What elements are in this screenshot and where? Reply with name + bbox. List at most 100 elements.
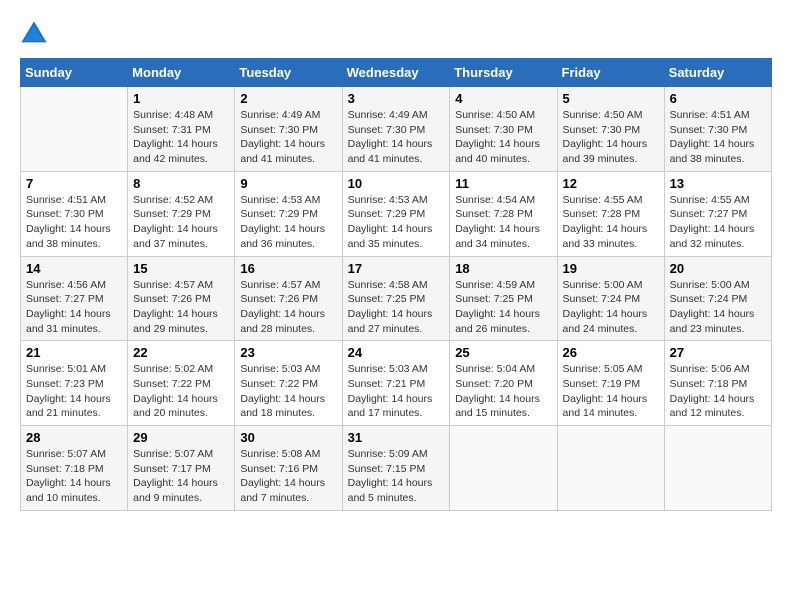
calendar-cell: 3Sunrise: 4:49 AMSunset: 7:30 PMDaylight… [342, 87, 450, 172]
day-number: 20 [670, 261, 766, 276]
day-info: Sunrise: 4:48 AMSunset: 7:31 PMDaylight:… [133, 108, 229, 167]
calendar-cell: 4 Sunrise: 4:50 AMSunset: 7:30 PMDaylight… [450, 87, 557, 172]
day-info: Sunrise: 4:57 AMSunset: 7:26 PMDaylight:… [240, 278, 336, 337]
logo-icon [20, 20, 48, 48]
calendar-cell: 13 Sunrise: 4:55 AMSunset: 7:27 PMDayligh… [664, 171, 771, 256]
day-number: 31 [348, 430, 445, 445]
day-number: 12 [563, 176, 659, 191]
day-number: 17 [348, 261, 445, 276]
calendar-cell: 22 Sunrise: 5:02 AMSunset: 7:22 PMDayligh… [128, 341, 235, 426]
calendar-cell: 6 Sunrise: 4:51 AMSunset: 7:30 PMDaylight… [664, 87, 771, 172]
day-number: 22 [133, 345, 229, 360]
day-number: 2 [240, 91, 336, 106]
day-number: 28 [26, 430, 122, 445]
day-number: 5 [563, 91, 659, 106]
calendar-cell: 9Sunrise: 4:53 AMSunset: 7:29 PMDaylight… [235, 171, 342, 256]
day-number: 19 [563, 261, 659, 276]
day-number: 3 [348, 91, 445, 106]
day-number: 27 [670, 345, 766, 360]
calendar-cell [557, 426, 664, 511]
day-info: Sunrise: 5:00 AMSunset: 7:24 PMDaylight:… [563, 278, 659, 337]
day-info: Sunrise: 5:03 AMSunset: 7:21 PMDaylight:… [348, 362, 445, 421]
day-number: 26 [563, 345, 659, 360]
header [20, 20, 772, 48]
week-row-4: 21Sunrise: 5:01 AMSunset: 7:23 PMDayligh… [21, 341, 772, 426]
calendar-cell: 17 Sunrise: 4:58 AMSunset: 7:25 PMDayligh… [342, 256, 450, 341]
day-info: Sunrise: 4:53 AMSunset: 7:29 PMDaylight:… [240, 193, 336, 252]
week-row-2: 7Sunrise: 4:51 AMSunset: 7:30 PMDaylight… [21, 171, 772, 256]
day-number: 30 [240, 430, 336, 445]
calendar-header-row: SundayMondayTuesdayWednesdayThursdayFrid… [21, 59, 772, 87]
day-info: Sunrise: 5:08 AMSunset: 7:16 PMDaylight:… [240, 447, 336, 506]
calendar-cell: 11 Sunrise: 4:54 AMSunset: 7:28 PMDayligh… [450, 171, 557, 256]
day-info: Sunrise: 5:00 AMSunset: 7:24 PMDaylight:… [670, 278, 766, 337]
day-info: Sunrise: 5:04 AMSunset: 7:20 PMDaylight:… [455, 362, 551, 421]
day-info: Sunrise: 4:59 AMSunset: 7:25 PMDaylight:… [455, 278, 551, 337]
day-info: Sunrise: 4:51 AMSunset: 7:30 PMDaylight:… [670, 108, 766, 167]
calendar-cell: 29 Sunrise: 5:07 AMSunset: 7:17 PMDayligh… [128, 426, 235, 511]
calendar-cell: 30 Sunrise: 5:08 AMSunset: 7:16 PMDayligh… [235, 426, 342, 511]
calendar-cell: 5 Sunrise: 4:50 AMSunset: 7:30 PMDaylight… [557, 87, 664, 172]
calendar-table: SundayMondayTuesdayWednesdayThursdayFrid… [20, 58, 772, 511]
calendar-cell: 14 Sunrise: 4:56 AMSunset: 7:27 PMDayligh… [21, 256, 128, 341]
calendar-cell: 26 Sunrise: 5:05 AMSunset: 7:19 PMDayligh… [557, 341, 664, 426]
calendar-cell: 12 Sunrise: 4:55 AMSunset: 7:28 PMDayligh… [557, 171, 664, 256]
column-header-friday: Friday [557, 59, 664, 87]
calendar-cell: 24 Sunrise: 5:03 AMSunset: 7:21 PMDayligh… [342, 341, 450, 426]
calendar-cell: 1 Sunrise: 4:48 AMSunset: 7:31 PMDaylight… [128, 87, 235, 172]
day-info: Sunrise: 5:02 AMSunset: 7:22 PMDaylight:… [133, 362, 229, 421]
day-info: Sunrise: 4:56 AMSunset: 7:27 PMDaylight:… [26, 278, 122, 337]
calendar-cell [21, 87, 128, 172]
column-header-wednesday: Wednesday [342, 59, 450, 87]
calendar-cell: 2 Sunrise: 4:49 AMSunset: 7:30 PMDaylight… [235, 87, 342, 172]
day-info: Sunrise: 4:50 AMSunset: 7:30 PMDaylight:… [455, 108, 551, 167]
calendar-cell: 23 Sunrise: 5:03 AMSunset: 7:22 PMDayligh… [235, 341, 342, 426]
calendar-cell: 20 Sunrise: 5:00 AMSunset: 7:24 PMDayligh… [664, 256, 771, 341]
column-header-sunday: Sunday [21, 59, 128, 87]
day-number: 25 [455, 345, 551, 360]
day-number: 11 [455, 176, 551, 191]
day-number: 6 [670, 91, 766, 106]
day-info: Sunrise: 4:53 AMSunset: 7:29 PMDaylight:… [348, 193, 445, 252]
day-info: Sunrise: 4:50 AMSunset: 7:30 PMDaylight:… [563, 108, 659, 167]
calendar-cell: 19 Sunrise: 5:00 AMSunset: 7:24 PMDayligh… [557, 256, 664, 341]
day-info: Sunrise: 5:07 AMSunset: 7:17 PMDaylight:… [133, 447, 229, 506]
day-number: 16 [240, 261, 336, 276]
calendar-cell [450, 426, 557, 511]
calendar-cell: 21Sunrise: 5:01 AMSunset: 7:23 PMDayligh… [21, 341, 128, 426]
day-info: Sunrise: 4:55 AMSunset: 7:27 PMDaylight:… [670, 193, 766, 252]
day-info: Sunrise: 4:54 AMSunset: 7:28 PMDaylight:… [455, 193, 551, 252]
day-info: Sunrise: 5:03 AMSunset: 7:22 PMDaylight:… [240, 362, 336, 421]
day-info: Sunrise: 5:09 AMSunset: 7:15 PMDaylight:… [348, 447, 445, 506]
day-info: Sunrise: 4:49 AMSunset: 7:30 PMDaylight:… [240, 108, 336, 167]
day-info: Sunrise: 5:07 AMSunset: 7:18 PMDaylight:… [26, 447, 122, 506]
day-number: 10 [348, 176, 445, 191]
day-number: 7 [26, 176, 122, 191]
calendar-cell: 27 Sunrise: 5:06 AMSunset: 7:18 PMDayligh… [664, 341, 771, 426]
calendar-cell: 25 Sunrise: 5:04 AMSunset: 7:20 PMDayligh… [450, 341, 557, 426]
day-info: Sunrise: 4:55 AMSunset: 7:28 PMDaylight:… [563, 193, 659, 252]
column-header-thursday: Thursday [450, 59, 557, 87]
day-number: 14 [26, 261, 122, 276]
day-number: 1 [133, 91, 229, 106]
day-number: 4 [455, 91, 551, 106]
day-number: 29 [133, 430, 229, 445]
day-number: 15 [133, 261, 229, 276]
column-header-saturday: Saturday [664, 59, 771, 87]
day-number: 21 [26, 345, 122, 360]
day-number: 8 [133, 176, 229, 191]
day-number: 23 [240, 345, 336, 360]
day-info: Sunrise: 5:05 AMSunset: 7:19 PMDaylight:… [563, 362, 659, 421]
week-row-3: 14 Sunrise: 4:56 AMSunset: 7:27 PMDayligh… [21, 256, 772, 341]
calendar-cell: 8Sunrise: 4:52 AMSunset: 7:29 PMDaylight… [128, 171, 235, 256]
day-number: 24 [348, 345, 445, 360]
day-number: 13 [670, 176, 766, 191]
day-number: 18 [455, 261, 551, 276]
calendar-cell: 16 Sunrise: 4:57 AMSunset: 7:26 PMDayligh… [235, 256, 342, 341]
day-info: Sunrise: 4:58 AMSunset: 7:25 PMDaylight:… [348, 278, 445, 337]
calendar-cell [664, 426, 771, 511]
calendar-cell: 10 Sunrise: 4:53 AMSunset: 7:29 PMDayligh… [342, 171, 450, 256]
week-row-1: 1 Sunrise: 4:48 AMSunset: 7:31 PMDaylight… [21, 87, 772, 172]
calendar-cell: 18 Sunrise: 4:59 AMSunset: 7:25 PMDayligh… [450, 256, 557, 341]
day-info: Sunrise: 5:06 AMSunset: 7:18 PMDaylight:… [670, 362, 766, 421]
